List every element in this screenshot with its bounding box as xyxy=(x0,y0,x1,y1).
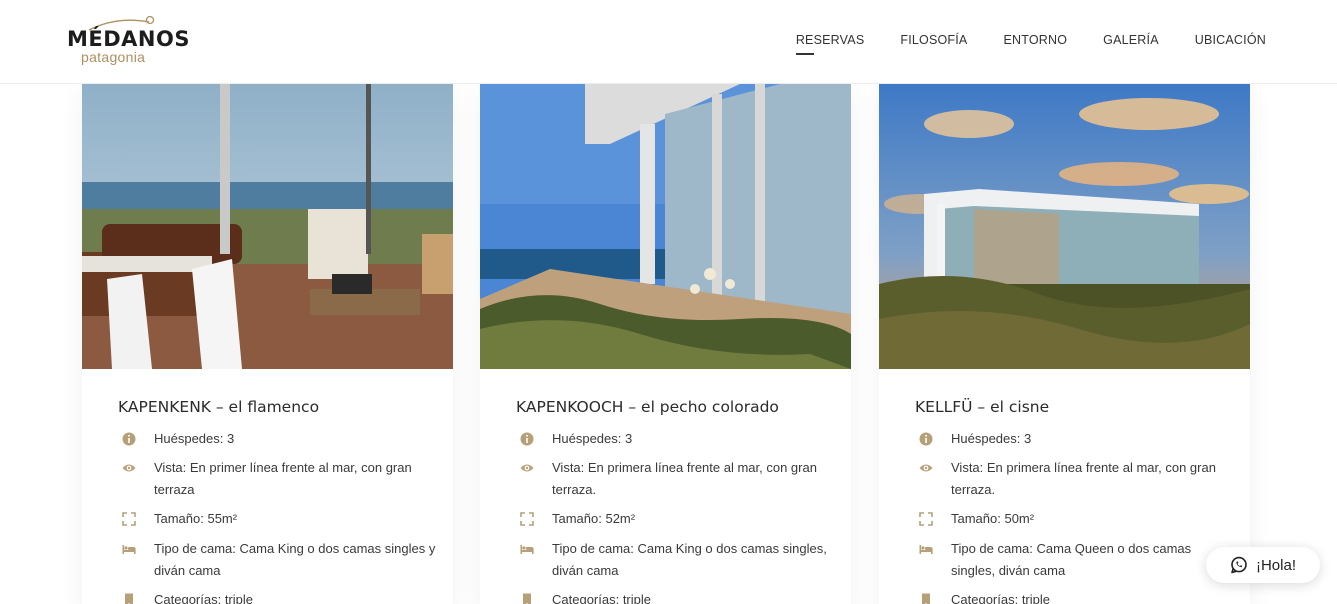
info-icon xyxy=(122,432,136,446)
room-photo-exterior-terrace[interactable] xyxy=(480,84,851,369)
brand-sub: patagonia xyxy=(81,49,146,65)
size-text: Tamaño: 50m² xyxy=(951,511,1035,526)
feature-view: Vista: En primer línea frente al mar, co… xyxy=(118,457,438,501)
main-nav: RESERVAS FILOSOFÍA ENTORNO GALERÍA UBICA… xyxy=(760,33,1266,55)
site-header: MÉDANOS patagonia RESERVAS FILOSOFÍA ENT… xyxy=(0,0,1337,84)
room-photo-interior[interactable] xyxy=(82,84,453,369)
eye-icon xyxy=(122,464,136,472)
room-title[interactable]: KAPENKOOCH – el pecho colorado xyxy=(516,398,779,416)
feature-guests: Huéspedes: 3 xyxy=(516,428,836,450)
view-text: Vista: En primer línea frente al mar, co… xyxy=(154,460,412,497)
nav-item-galeria[interactable]: GALERÍA xyxy=(1103,33,1159,47)
category-text: Categorías: triple xyxy=(951,592,1050,604)
bed-icon xyxy=(122,545,136,554)
whatsapp-chat-button[interactable]: ¡Hola! xyxy=(1206,547,1320,583)
feature-size: Tamaño: 52m² xyxy=(516,508,836,530)
feature-view: Vista: En primera línea frente al mar, c… xyxy=(915,457,1235,501)
feature-bed: Tipo de cama: Cama Queen o dos camas sin… xyxy=(915,538,1235,582)
room-title[interactable]: KELLFÜ – el cisne xyxy=(915,398,1049,416)
size-text: Tamaño: 52m² xyxy=(552,511,636,526)
whatsapp-icon xyxy=(1231,556,1247,574)
room-card-kapenkooch: KAPENKOOCH – el pecho colorado Huéspedes… xyxy=(480,84,851,604)
room-card-kellfu: KELLFÜ – el cisne Huéspedes: 3 Vista: En… xyxy=(879,84,1250,604)
expand-icon xyxy=(122,512,136,526)
chat-label: ¡Hola! xyxy=(1255,556,1296,574)
brand-name: MÉDANOS xyxy=(67,27,190,51)
info-icon xyxy=(520,432,534,446)
expand-icon xyxy=(520,512,534,526)
nav-item-reservas[interactable]: RESERVAS xyxy=(795,33,865,55)
bed-text: Tipo de cama: Cama Queen o dos camas sin… xyxy=(951,541,1192,578)
feature-category: Categorías: triple xyxy=(516,589,836,604)
room-title[interactable]: KAPENKENK – el flamenco xyxy=(118,398,319,416)
room-card-kapenkenk: KAPENKENK – el flamenco Huéspedes: 3 Vis… xyxy=(82,84,453,604)
view-text: Vista: En primera línea frente al mar, c… xyxy=(552,460,817,497)
bed-text: Tipo de cama: Cama King o dos camas sing… xyxy=(552,541,827,578)
feature-category: Categorías: triple xyxy=(118,589,438,604)
nav-item-filosofia[interactable]: FILOSOFÍA xyxy=(900,33,967,47)
category-text: Categorías: triple xyxy=(552,592,651,604)
feature-view: Vista: En primera línea frente al mar, c… xyxy=(516,457,836,501)
nav-item-ubicacion[interactable]: UBICACIÓN xyxy=(1195,33,1266,47)
feature-size: Tamaño: 50m² xyxy=(915,508,1235,530)
feature-category: Categorías: triple xyxy=(915,589,1235,604)
bookmark-icon xyxy=(125,593,133,604)
feature-bed: Tipo de cama: Cama King o dos camas sing… xyxy=(118,538,438,582)
size-text: Tamaño: 55m² xyxy=(154,511,238,526)
info-icon xyxy=(919,432,933,446)
guests-text: Huéspedes: 3 xyxy=(951,431,1032,446)
brand-logo[interactable]: MÉDANOS patagonia xyxy=(67,14,189,70)
bed-icon xyxy=(919,545,933,554)
feature-size: Tamaño: 55m² xyxy=(118,508,438,530)
bookmark-icon xyxy=(523,593,531,604)
guests-text: Huéspedes: 3 xyxy=(154,431,235,446)
feature-bed: Tipo de cama: Cama King o dos camas sing… xyxy=(516,538,836,582)
room-photo-sunset-cabin[interactable] xyxy=(879,84,1250,369)
category-text: Categorías: triple xyxy=(154,592,253,604)
eye-icon xyxy=(919,464,933,472)
guests-text: Huéspedes: 3 xyxy=(552,431,633,446)
bookmark-icon xyxy=(922,593,930,604)
bed-icon xyxy=(520,545,534,554)
feature-guests: Huéspedes: 3 xyxy=(118,428,438,450)
nav-item-entorno[interactable]: ENTORNO xyxy=(1003,33,1067,47)
feature-guests: Huéspedes: 3 xyxy=(915,428,1235,450)
expand-icon xyxy=(919,512,933,526)
view-text: Vista: En primera línea frente al mar, c… xyxy=(951,460,1216,497)
eye-icon xyxy=(520,464,534,472)
bed-text: Tipo de cama: Cama King o dos camas sing… xyxy=(154,541,436,578)
